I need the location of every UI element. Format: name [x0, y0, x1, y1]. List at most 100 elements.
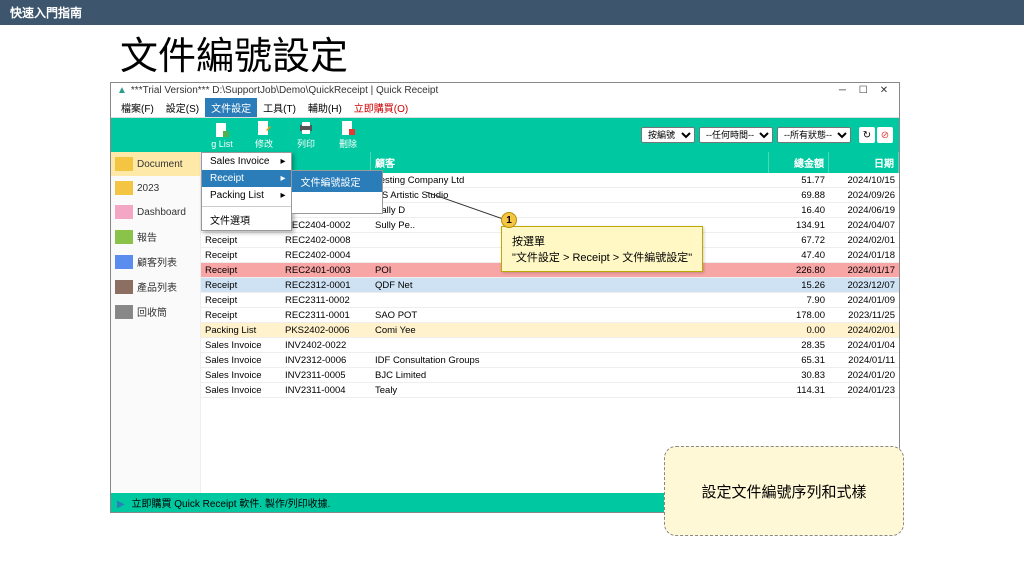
menu-bar: 檔案(F) 設定(S) 文件設定 工具(T) 輔助(H) 立即購買(O)	[111, 98, 899, 118]
table-row[interactable]: Sales InvoiceINV2311-0004Tealy114.312024…	[201, 383, 899, 398]
dd-fileopt[interactable]: 文件選項	[202, 209, 291, 230]
page-title: 文件編號設定	[120, 25, 1024, 80]
cell-amount: 114.31	[769, 383, 829, 397]
cell-customer	[371, 338, 769, 352]
cell-number: INV2312-0006	[281, 353, 371, 367]
sidebar-item-customers[interactable]: 顧客列表	[111, 249, 200, 274]
toolbar: g List 修改 列印 刪除 按編號 --任何時間-- --所有狀態-- ↻ …	[111, 118, 899, 152]
cell-amount: 47.40	[769, 248, 829, 262]
cell-amount: 67.72	[769, 233, 829, 247]
app-title-text: ***Trial Version*** D:\SupportJob\Demo\Q…	[131, 85, 438, 96]
cell-type: Receipt	[201, 248, 281, 262]
status-text: 立即購買 Quick Receipt 軟件. 製作/列印收據.	[131, 499, 330, 510]
cell-amount: 134.91	[769, 218, 829, 232]
table-row[interactable]: Packing ListPKS2402-0006Comi Yee0.002024…	[201, 323, 899, 338]
sidebar-item-dashboard[interactable]: Dashboard	[111, 200, 200, 224]
cell-date: 2024/02/01	[829, 323, 899, 337]
cell-type: Sales Invoice	[201, 338, 281, 352]
cell-number: REC2402-0004	[281, 248, 371, 262]
table-row[interactable]: Sales InvoiceINV2311-0005BJC Limited30.8…	[201, 368, 899, 383]
cell-type: Packing List	[201, 323, 281, 337]
toolbar-print[interactable]: 列印	[291, 120, 321, 150]
table-row[interactable]: ReceiptREC2311-00027.902024/01/09	[201, 293, 899, 308]
cell-amount: 30.83	[769, 368, 829, 382]
menu-file[interactable]: 檔案(F)	[115, 98, 160, 117]
status-select[interactable]: --所有狀態--	[777, 127, 851, 143]
table-row[interactable]: ReceiptREC2311-0001SAO POT178.002023/11/…	[201, 308, 899, 323]
play-icon: ▶	[117, 499, 125, 510]
dd-packing-list[interactable]: Packing List	[202, 187, 291, 204]
menu-settings[interactable]: 設定(S)	[160, 98, 205, 117]
menu-buy[interactable]: 立即購買(O)	[348, 98, 414, 117]
sidebar-item-document[interactable]: Document	[111, 152, 200, 176]
menu-tools[interactable]: 工具(T)	[257, 98, 302, 117]
cell-amount: 69.88	[769, 188, 829, 202]
table-row[interactable]: Sales InvoiceINV2402-002228.352024/01/04	[201, 338, 899, 353]
cell-date: 2024/02/01	[829, 233, 899, 247]
sidebar-item-products[interactable]: 產品列表	[111, 274, 200, 299]
cell-type: Sales Invoice	[201, 383, 281, 397]
cell-amount: 0.00	[769, 323, 829, 337]
cell-date: 2024/09/26	[829, 188, 899, 202]
dd-receipt[interactable]: Receipt 文件編號設定 設計	[202, 170, 291, 187]
sidebar-item-2023[interactable]: 2023	[111, 176, 200, 200]
docset-dropdown: Sales Invoice Receipt 文件編號設定 設計 Packing …	[201, 152, 292, 231]
cell-date: 2023/12/07	[829, 278, 899, 292]
refresh-icon[interactable]: ↻	[859, 127, 875, 143]
cell-customer: Tealy	[371, 383, 769, 397]
toolbar-delete-label: 刪除	[339, 137, 357, 150]
sidebar-item-label: 報告	[137, 229, 157, 244]
toolbar-edit-label: 修改	[255, 137, 273, 150]
cell-date: 2024/01/17	[829, 263, 899, 277]
menu-help[interactable]: 輔助(H)	[302, 98, 348, 117]
dd-sales-invoice[interactable]: Sales Invoice	[202, 153, 291, 170]
sidebar-item-report[interactable]: 報告	[111, 224, 200, 249]
cell-amount: 51.77	[769, 173, 829, 187]
callout-marker-1: 1	[501, 212, 517, 228]
menu-docset[interactable]: 文件設定	[205, 98, 257, 117]
table-row[interactable]: Sales InvoiceINV2312-0006IDF Consultatio…	[201, 353, 899, 368]
printer-icon	[298, 120, 314, 136]
cell-customer: BJC Limited	[371, 368, 769, 382]
callout-line1: 按選單	[512, 233, 692, 249]
time-select[interactable]: --任何時間--	[699, 127, 773, 143]
sidebar-item-label: 回收筒	[137, 304, 167, 319]
toolbar-delete[interactable]: 刪除	[333, 120, 363, 150]
col-date[interactable]: 日期	[829, 152, 899, 173]
explanation-box: 設定文件編號序列和式樣	[664, 446, 904, 536]
cell-type: Receipt	[201, 293, 281, 307]
cell-date: 2024/06/19	[829, 203, 899, 217]
callout-line2: "文件設定 > Receipt > 文件編號設定"	[512, 249, 692, 265]
sidebar-item-label: Document	[137, 159, 183, 170]
maximize-button[interactable]: ☐	[854, 85, 872, 96]
cell-amount: 28.35	[769, 338, 829, 352]
title-bar: ▲ ***Trial Version*** D:\SupportJob\Demo…	[111, 83, 899, 98]
cell-number: INV2402-0022	[281, 338, 371, 352]
sort-select[interactable]: 按編號	[641, 127, 695, 143]
sub-design[interactable]: 設計	[292, 192, 382, 213]
document-edit-icon	[256, 120, 272, 136]
col-amount[interactable]: 總金額	[769, 152, 829, 173]
cell-number: PKS2402-0006	[281, 323, 371, 337]
minimize-button[interactable]: ─	[833, 85, 851, 96]
sub-numbering[interactable]: 文件編號設定	[292, 171, 382, 192]
cell-date: 2024/04/07	[829, 218, 899, 232]
table-row[interactable]: ReceiptREC2312-0001QDF Net15.262023/12/0…	[201, 278, 899, 293]
sidebar-item-label: 2023	[137, 183, 159, 194]
cell-date: 2024/01/18	[829, 248, 899, 262]
cell-type: Receipt	[201, 278, 281, 292]
sidebar-item-label: 產品列表	[137, 279, 177, 294]
toolbar-new[interactable]: g List	[207, 122, 237, 149]
cell-number: REC2311-0002	[281, 293, 371, 307]
cell-amount: 226.80	[769, 263, 829, 277]
toolbar-edit[interactable]: 修改	[249, 120, 279, 150]
cell-amount: 16.40	[769, 203, 829, 217]
col-customer[interactable]: 顧客	[371, 152, 769, 173]
cell-number: INV2311-0005	[281, 368, 371, 382]
cell-customer: SAO POT	[371, 308, 769, 322]
sidebar-item-recycle[interactable]: 回收筒	[111, 299, 200, 324]
dd-receipt-label: Receipt	[210, 173, 244, 184]
block-icon[interactable]: ⊘	[877, 127, 893, 143]
cell-customer: QDF Net	[371, 278, 769, 292]
close-button[interactable]: ✕	[875, 85, 893, 96]
